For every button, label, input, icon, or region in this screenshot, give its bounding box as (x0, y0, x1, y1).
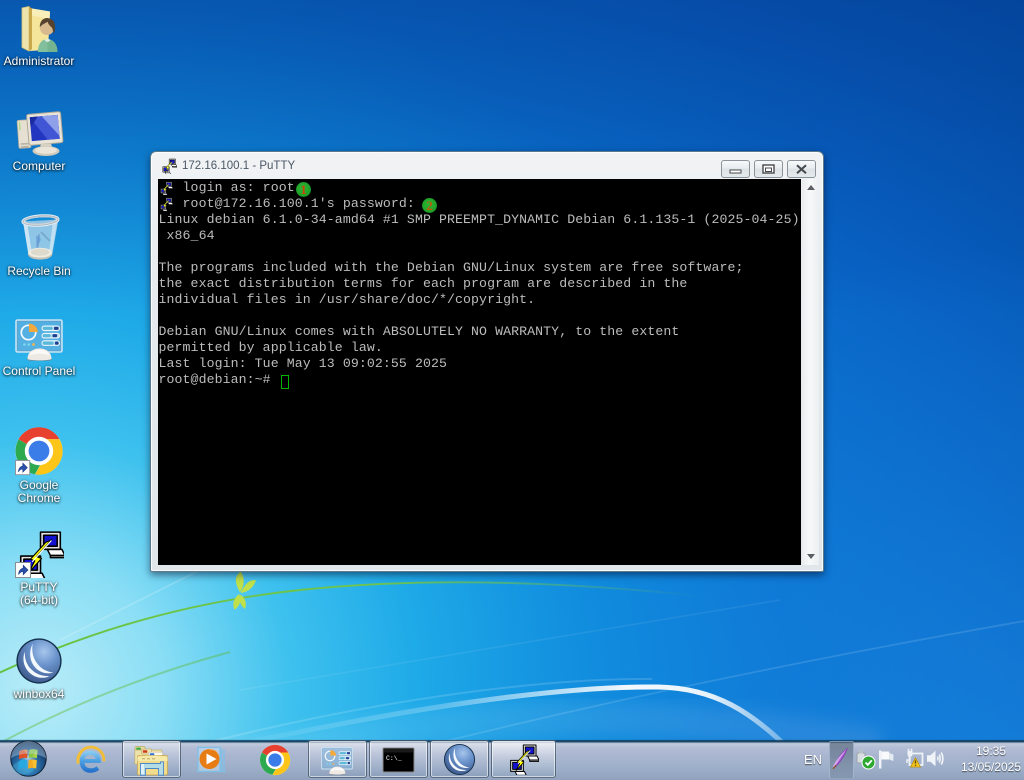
svg-text:C:\_: C:\_ (386, 755, 402, 762)
